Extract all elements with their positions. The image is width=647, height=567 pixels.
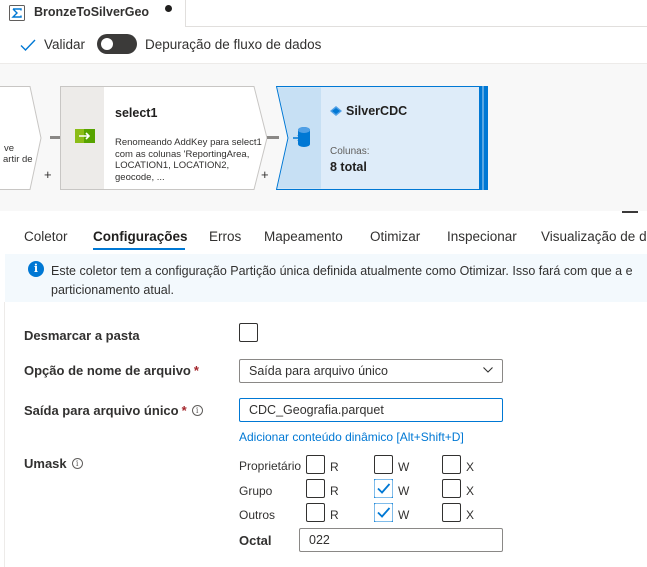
tab-data-preview[interactable]: Visualização de d xyxy=(541,229,647,244)
file-name-option-label-text: Opção de nome de arquivo xyxy=(24,363,191,378)
tab-errors[interactable]: Erros xyxy=(209,229,241,244)
dataset-diamond-icon xyxy=(330,106,342,116)
owner-execute-checkbox[interactable] xyxy=(442,455,461,474)
file-name-option-label: Opção de nome de arquivo * xyxy=(24,363,199,378)
info-message-line-2: particionamento atual. xyxy=(51,283,174,297)
add-transform-button[interactable]: + xyxy=(44,167,52,182)
group-read-checkbox[interactable] xyxy=(306,479,325,498)
add-dynamic-content-link[interactable]: Adicionar conteúdo dinâmico [Alt+Shift+D… xyxy=(239,430,464,444)
source-node-text-2: artir de xyxy=(3,154,33,165)
umask-info-icon[interactable]: i xyxy=(71,458,83,469)
single-file-output-label-text: Saída para arquivo único xyxy=(24,403,179,418)
dataflow-sigma-icon xyxy=(9,5,25,21)
checkmark-icon xyxy=(20,39,36,51)
select-node-name: select1 xyxy=(115,106,158,120)
info-message-line-1: Este coletor tem a configuração Partição… xyxy=(51,264,633,278)
add-transform-button-2[interactable]: + xyxy=(261,167,269,182)
single-file-output-label: Saída para arquivo único * i xyxy=(24,403,203,418)
checkmark-icon xyxy=(374,479,393,498)
source-node-text-1: ve xyxy=(4,143,15,154)
umask-others-label: Outros xyxy=(239,508,276,522)
active-tab-indicator xyxy=(93,248,185,250)
umask-group-label: Grupo xyxy=(239,484,273,498)
sink-columns-total: 8 total xyxy=(330,160,367,174)
write-letter: W xyxy=(398,484,410,498)
execute-letter: X xyxy=(466,508,475,522)
owner-write-checkbox[interactable] xyxy=(374,455,393,474)
umask-label: Umask i xyxy=(24,456,83,471)
octal-label: Octal xyxy=(239,533,272,548)
others-write-checkbox[interactable] xyxy=(374,503,393,522)
read-letter: R xyxy=(330,508,339,522)
select-node-description: Renomeando AddKey para select1 com as co… xyxy=(115,137,262,183)
read-letter: R xyxy=(330,484,339,498)
canvas-minimap-handle[interactable] xyxy=(622,211,638,213)
tab-mapping[interactable]: Mapeamento xyxy=(264,229,343,244)
info-message-text: Este coletor tem a configuração Partição… xyxy=(51,262,647,300)
execute-letter: X xyxy=(466,484,475,498)
chevron-down-icon xyxy=(483,367,493,373)
umask-label-text: Umask xyxy=(24,456,67,471)
select-transform-icon xyxy=(75,129,95,143)
sink-node-name-row: SilverCDC xyxy=(330,104,407,118)
write-letter: W xyxy=(398,508,410,522)
document-tab[interactable]: BronzeToSilverGeo xyxy=(0,0,186,27)
octal-input[interactable] xyxy=(299,528,503,552)
read-letter: R xyxy=(330,460,339,474)
info-tooltip-icon[interactable]: i xyxy=(191,405,203,416)
tab-sink[interactable]: Coletor xyxy=(24,229,68,244)
info-message-bar: i Este coletor tem a configuração Partiç… xyxy=(5,254,647,302)
toggle-knob xyxy=(101,38,113,50)
toolbar: Validar Depuração de fluxo de dados xyxy=(0,27,647,63)
sink-database-icon xyxy=(293,127,310,147)
tab-inspect[interactable]: Inspecionar xyxy=(447,229,517,244)
checkmark-icon xyxy=(374,503,393,522)
tab-optimize[interactable]: Otimizar xyxy=(370,229,420,244)
tab-settings[interactable]: Configurações xyxy=(93,229,188,244)
sink-node-name: SilverCDC xyxy=(346,104,408,118)
debug-toggle[interactable] xyxy=(97,34,137,54)
unsaved-changes-dot xyxy=(165,5,172,12)
file-name-option-value: Saída para arquivo único xyxy=(249,364,388,378)
validate-button[interactable]: Validar xyxy=(20,37,85,52)
file-name-option-select[interactable]: Saída para arquivo único xyxy=(239,359,503,383)
write-letter: W xyxy=(398,460,410,474)
required-asterisk-2: * xyxy=(181,403,187,418)
sink-columns-label: Colunas: xyxy=(330,146,370,157)
sink-node[interactable]: SilverCDC Colunas: 8 total xyxy=(276,86,486,189)
dataflow-canvas[interactable]: ve artir de + select1 Renomeando AddKey … xyxy=(0,63,647,213)
clear-folder-label: Desmarcar a pasta xyxy=(24,328,140,343)
source-node[interactable]: ve artir de xyxy=(0,86,44,189)
execute-letter: X xyxy=(466,460,475,474)
group-execute-checkbox[interactable] xyxy=(442,479,461,498)
debug-toggle-label: Depuração de fluxo de dados xyxy=(145,37,322,52)
select-node[interactable]: select1 Renomeando AddKey para select1 c… xyxy=(60,86,265,189)
clear-folder-checkbox[interactable] xyxy=(239,323,258,342)
owner-read-checkbox[interactable] xyxy=(306,455,325,474)
umask-owner-label: Proprietário xyxy=(239,459,302,473)
group-write-checkbox[interactable] xyxy=(374,479,393,498)
others-read-checkbox[interactable] xyxy=(306,503,325,522)
others-execute-checkbox[interactable] xyxy=(442,503,461,522)
document-tab-title: BronzeToSilverGeo xyxy=(34,5,150,19)
info-icon: i xyxy=(28,261,44,277)
single-file-output-input[interactable] xyxy=(239,398,503,422)
panel-left-border xyxy=(4,302,5,567)
validate-label: Validar xyxy=(44,37,86,52)
required-asterisk: * xyxy=(193,363,199,378)
